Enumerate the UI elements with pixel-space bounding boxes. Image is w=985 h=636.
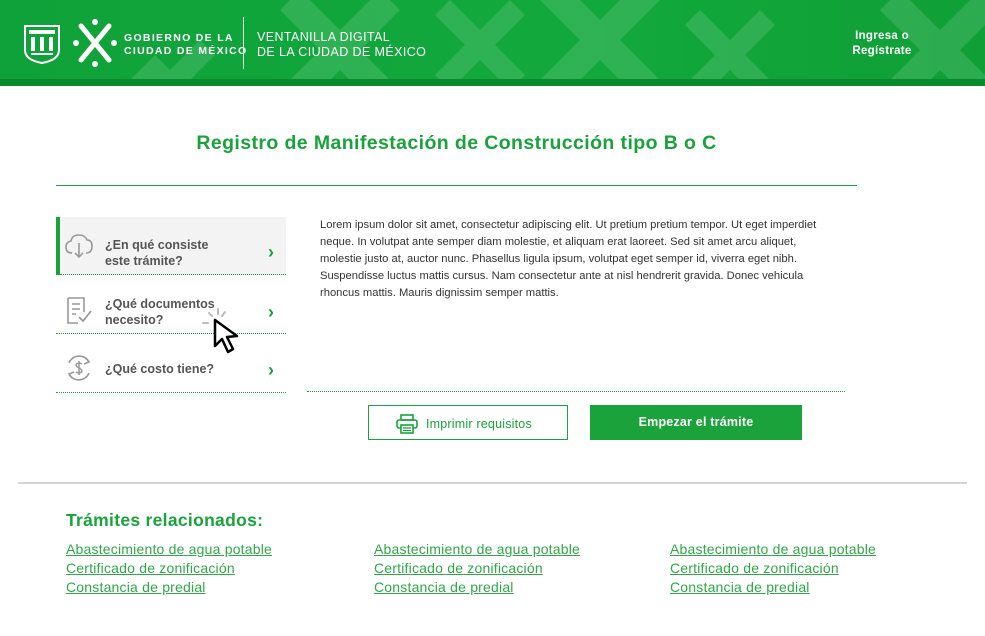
- related-link[interactable]: Constancia de predial: [66, 578, 272, 597]
- related-link[interactable]: Abastecimiento de agua potable: [374, 540, 580, 559]
- start-procedure-button[interactable]: Empezar el trámite: [590, 405, 802, 440]
- document-check-icon: [67, 297, 92, 324]
- content-divider: [307, 391, 845, 392]
- cdmx-seal-icon: [24, 25, 60, 64]
- login-register-link[interactable]: Ingresa o Regístrate: [830, 29, 934, 59]
- mouse-pointer-icon: [202, 308, 239, 354]
- cdmx-logo-icon: [73, 19, 117, 67]
- accordion-label: ¿En qué consiste este trámite?: [105, 237, 209, 269]
- related-link[interactable]: Abastecimiento de agua potable: [66, 540, 272, 559]
- print-requirements-label: Imprimir requisitos: [426, 417, 532, 431]
- title-divider: [56, 185, 857, 186]
- accordion-label: ¿Qué documentos necesito?: [105, 296, 215, 328]
- accordion-divider: [56, 392, 286, 393]
- related-link[interactable]: Constancia de predial: [374, 578, 580, 597]
- portal-name-line2: DE LA CIUDAD DE MÉXICO: [257, 45, 427, 59]
- accordion-label-line1: ¿Qué costo tiene?: [105, 362, 215, 376]
- accordion-item-what-is[interactable]: ¿En qué consiste este trámite? ›: [56, 217, 286, 275]
- related-link[interactable]: Abastecimiento de agua potable: [670, 540, 876, 559]
- login-link[interactable]: Ingresa o: [855, 30, 909, 42]
- site-header: GOBIERNO DE LA CIUDAD DE MÉXICO VENTANIL…: [0, 0, 985, 86]
- related-link[interactable]: Certificado de zonificación: [670, 559, 876, 578]
- header-divider: [243, 17, 244, 69]
- government-name: GOBIERNO DE LA CIUDAD DE MÉXICO: [124, 32, 247, 58]
- chevron-right-icon: ›: [268, 360, 274, 380]
- accordion-label-line2: necesito?: [105, 313, 164, 327]
- related-link[interactable]: Certificado de zonificación: [66, 559, 272, 578]
- government-name-line2: CIUDAD DE MÉXICO: [124, 45, 248, 57]
- portal-name[interactable]: VENTANILLA DIGITAL DE LA CIUDAD DE MÉXIC…: [257, 30, 426, 60]
- portal-name-line1: VENTANILLA DIGITAL: [257, 30, 391, 44]
- accordion-content: Lorem ipsum dolor sit amet, consectetur …: [320, 219, 817, 299]
- accordion-label-line1: ¿Qué documentos: [105, 297, 215, 311]
- government-name-line1: GOBIERNO DE LA: [124, 32, 234, 44]
- related-link[interactable]: Certificado de zonificación: [374, 559, 580, 578]
- accordion-divider: [60, 274, 286, 275]
- accordion-label-line1: ¿En qué consiste: [105, 238, 209, 252]
- header-bottom-stripe: [0, 79, 985, 86]
- print-requirements-button[interactable]: Imprimir requisitos: [368, 405, 568, 440]
- register-link[interactable]: Regístrate: [852, 45, 911, 57]
- chevron-right-icon: ›: [268, 302, 274, 322]
- related-column: Abastecimiento de agua potable Certifica…: [66, 540, 272, 597]
- related-procedures-title: Trámites relacionados:: [66, 510, 264, 530]
- cloud-download-icon: [65, 234, 93, 259]
- page-title: Registro de Manifestación de Construcció…: [196, 132, 717, 154]
- printer-icon: [396, 414, 418, 434]
- related-column: Abastecimiento de agua potable Certifica…: [670, 540, 876, 597]
- section-divider: [18, 482, 967, 484]
- money-cycle-icon: [67, 355, 91, 381]
- related-column: Abastecimiento de agua potable Certifica…: [374, 540, 580, 597]
- related-link[interactable]: Constancia de predial: [670, 578, 876, 597]
- chevron-right-icon: ›: [268, 242, 274, 262]
- accordion-label: ¿Qué costo tiene?: [105, 361, 214, 377]
- accordion-label-line2: este trámite?: [105, 254, 183, 268]
